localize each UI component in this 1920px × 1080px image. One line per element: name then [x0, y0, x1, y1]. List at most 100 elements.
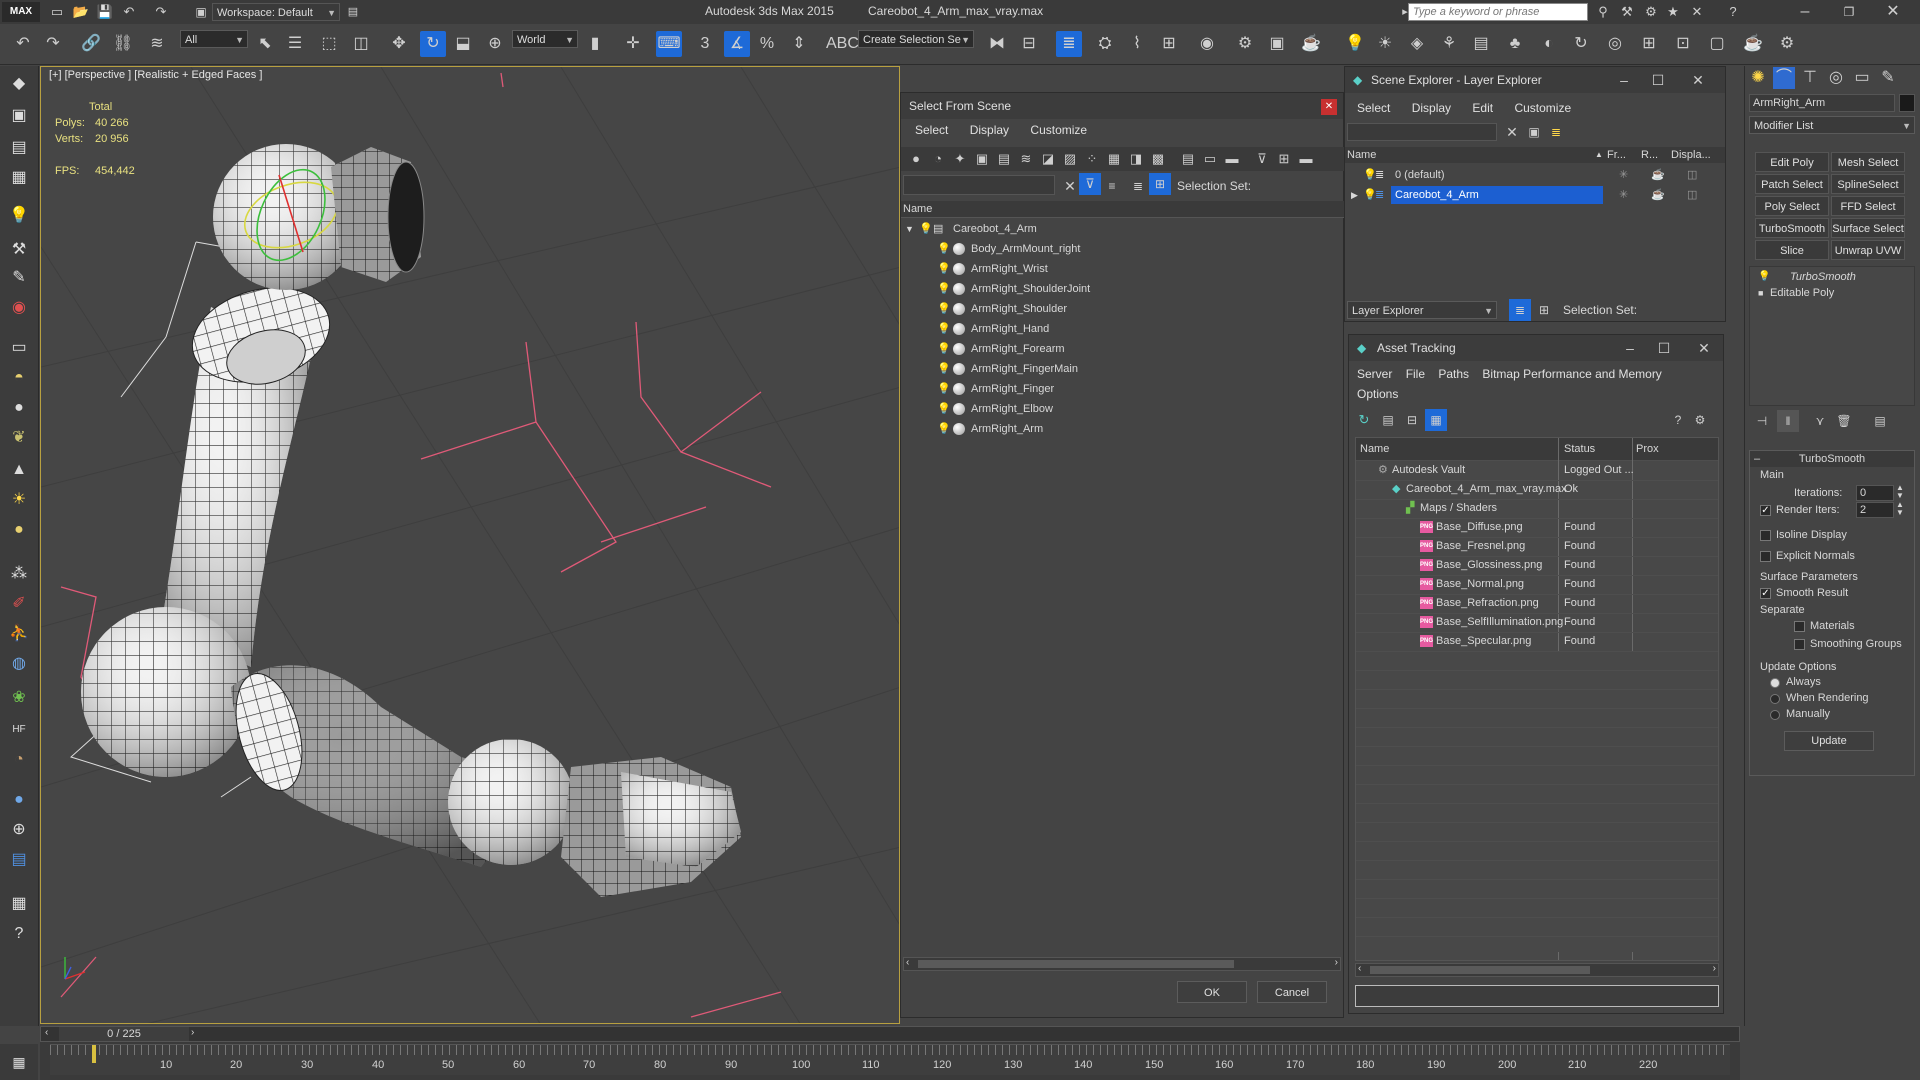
render-iters-checkbox[interactable]: ✓: [1760, 505, 1771, 516]
explorer-type-dropdown[interactable]: Layer Explorer ▼: [1347, 301, 1497, 319]
render-production-icon[interactable]: ☕: [1300, 33, 1322, 55]
asset-row[interactable]: ◆ Careobot_4_Arm_max_vray.max Ok: [1356, 480, 1718, 500]
edit-named-selection-icon[interactable]: ABC: [826, 33, 859, 55]
clipboard-icon[interactable]: ▦: [7, 892, 31, 916]
teapot-icon[interactable]: ☕: [1742, 33, 1764, 55]
scroll-right-icon[interactable]: ›: [1335, 957, 1338, 968]
configure-sets-icon[interactable]: ▤: [1869, 410, 1891, 432]
grid-icon[interactable]: ⊞: [1638, 33, 1660, 55]
unwrap-uvw-button[interactable]: Unwrap UVW: [1831, 240, 1905, 260]
menu-options[interactable]: Options: [1357, 387, 1398, 401]
display-groups-icon[interactable]: ◪: [1037, 148, 1059, 170]
tree-item[interactable]: 💡 ArmRight_Shoulder: [901, 299, 1343, 319]
tree-item[interactable]: 💡 ArmRight_FingerMain: [901, 359, 1343, 379]
filter-active-icon[interactable]: ⊽: [1079, 173, 1101, 195]
close-icon[interactable]: ✕: [1687, 335, 1721, 361]
dome-icon[interactable]: ◓: [7, 366, 31, 390]
light-bulb-icon[interactable]: 💡: [937, 303, 951, 315]
tree-item[interactable]: 💡 ArmRight_ShoulderJoint: [901, 279, 1343, 299]
expand-icon[interactable]: ▶: [1351, 185, 1358, 205]
create-shapes-icon[interactable]: ◆: [7, 72, 31, 96]
display-warps-icon[interactable]: ≋: [1015, 148, 1037, 170]
leaf-icon[interactable]: ❦: [7, 426, 31, 450]
pin-stack-icon[interactable]: ⊣: [1751, 410, 1773, 432]
invert-display-icon[interactable]: ▬: [1221, 148, 1243, 170]
reload-icon[interactable]: ↻: [1570, 33, 1592, 55]
freeze-icon[interactable]: ✳: [1619, 185, 1628, 205]
named-selection-dropdown[interactable]: Create Selection Se ▼: [858, 30, 974, 48]
rotate-icon[interactable]: ↻: [420, 31, 446, 57]
placement-icon[interactable]: ⊕: [484, 33, 506, 55]
display-cameras-icon[interactable]: ▣: [971, 148, 993, 170]
clear-find-icon[interactable]: ✕: [1501, 121, 1523, 143]
mini-listener-icon[interactable]: ▦: [0, 1044, 38, 1080]
world-icon[interactable]: ●: [7, 788, 31, 812]
zoom-icon[interactable]: ⊕: [7, 818, 31, 842]
display-icon[interactable]: ◫: [1687, 165, 1697, 185]
minimize-icon[interactable]: –: [1607, 67, 1641, 93]
camera-icon[interactable]: ◐: [1538, 33, 1560, 55]
surface-select-button[interactable]: Surface Select: [1831, 218, 1905, 238]
stack-expand-icon[interactable]: ■: [1758, 285, 1763, 301]
display-icon[interactable]: ◫: [1687, 185, 1697, 205]
scroll-right-icon[interactable]: ›: [1713, 963, 1716, 974]
light-bulb-icon[interactable]: 💡: [937, 263, 951, 275]
column-status[interactable]: Status: [1564, 438, 1595, 460]
layers-icon[interactable]: ▤: [7, 848, 31, 872]
display-shapes-icon[interactable]: ◔: [927, 148, 949, 170]
calculator-icon[interactable]: ▦: [7, 166, 31, 190]
menu-display[interactable]: Display: [1412, 101, 1451, 115]
ok-button[interactable]: OK: [1177, 981, 1247, 1003]
column-name[interactable]: Name: [1360, 438, 1389, 460]
redo-icon[interactable]: ↷: [150, 1, 172, 23]
select-dependents-icon[interactable]: ≡: [1101, 175, 1123, 197]
tree-icon[interactable]: ♣: [1504, 33, 1526, 55]
sphere-icon[interactable]: ◎: [1604, 33, 1626, 55]
grass-icon[interactable]: ⚘: [1438, 33, 1460, 55]
motion-tab-icon[interactable]: ◎: [1825, 67, 1847, 89]
viewport-label[interactable]: [+] [Perspective ] [Realistic + Edged Fa…: [49, 69, 262, 81]
update-button[interactable]: Update: [1784, 731, 1874, 751]
light-bulb-icon[interactable]: 💡: [919, 223, 933, 235]
tree-item[interactable]: 💡 Body_ArmMount_right: [901, 239, 1343, 259]
column-name[interactable]: Name: [1347, 147, 1376, 163]
display-tab-icon[interactable]: ▭: [1851, 67, 1873, 89]
filter-icon[interactable]: ⊽: [1251, 148, 1273, 170]
subscription-icon[interactable]: ⚒: [1616, 1, 1638, 23]
column-renderable[interactable]: R...: [1641, 147, 1658, 163]
binoculars-icon[interactable]: ⚲: [1592, 1, 1614, 23]
snaps-toggle-icon[interactable]: 3: [694, 33, 716, 55]
link-icon[interactable]: 🔗: [80, 33, 102, 55]
horizontal-scrollbar[interactable]: ‹ ›: [903, 957, 1341, 971]
save-file-icon[interactable]: 💾: [94, 1, 116, 23]
plant-icon[interactable]: ❀: [7, 686, 31, 710]
grid-view-icon[interactable]: ▦: [1425, 409, 1447, 431]
vray-frame-icon[interactable]: ◈: [1406, 33, 1428, 55]
modifier-icon[interactable]: ⚒: [7, 238, 31, 262]
scale-icon[interactable]: ⬓: [452, 33, 474, 55]
display-xrefs-icon[interactable]: ▨: [1059, 148, 1081, 170]
brush-icon[interactable]: ✐: [7, 592, 31, 616]
add-to-layer-icon[interactable]: ≣: [1545, 121, 1567, 143]
help-icon[interactable]: ?: [1722, 1, 1744, 23]
asset-row[interactable]: ▞ Maps / Shaders: [1356, 499, 1718, 519]
collapse-icon[interactable]: ▬: [1295, 148, 1317, 170]
vault-icon[interactable]: ⚙: [1689, 409, 1711, 431]
perspective-viewport[interactable]: [+] [Perspective ] [Realistic + Edged Fa…: [40, 66, 900, 1024]
hierarchy-icon[interactable]: ⊞: [1273, 148, 1295, 170]
spinner-arrows-icon[interactable]: ▲ ▼: [1896, 484, 1904, 500]
asset-path-field[interactable]: [1355, 985, 1719, 1007]
app-logo[interactable]: MAX: [2, 2, 40, 22]
schematic-view-icon[interactable]: ⊞: [1158, 33, 1180, 55]
window-minimize-icon[interactable]: –: [1794, 1, 1816, 23]
menu-customize[interactable]: Customize: [1514, 101, 1571, 115]
refresh-icon[interactable]: ↻: [1353, 409, 1375, 431]
smooth-result-checkbox[interactable]: ✓: [1760, 588, 1771, 599]
sun-icon[interactable]: ☀: [1374, 33, 1396, 55]
patch-select-button[interactable]: Patch Select: [1755, 174, 1829, 194]
remove-modifier-icon[interactable]: 🗑: [1833, 410, 1855, 432]
light-bulb-icon[interactable]: 💡: [937, 423, 951, 435]
layer-row-selected[interactable]: ▶ 💡 ≣ Careobot_4_Arm ✳ ☕ ◫: [1345, 185, 1725, 205]
help-icon[interactable]: ?: [7, 922, 31, 946]
layers-icon[interactable]: ≣: [1127, 175, 1149, 197]
